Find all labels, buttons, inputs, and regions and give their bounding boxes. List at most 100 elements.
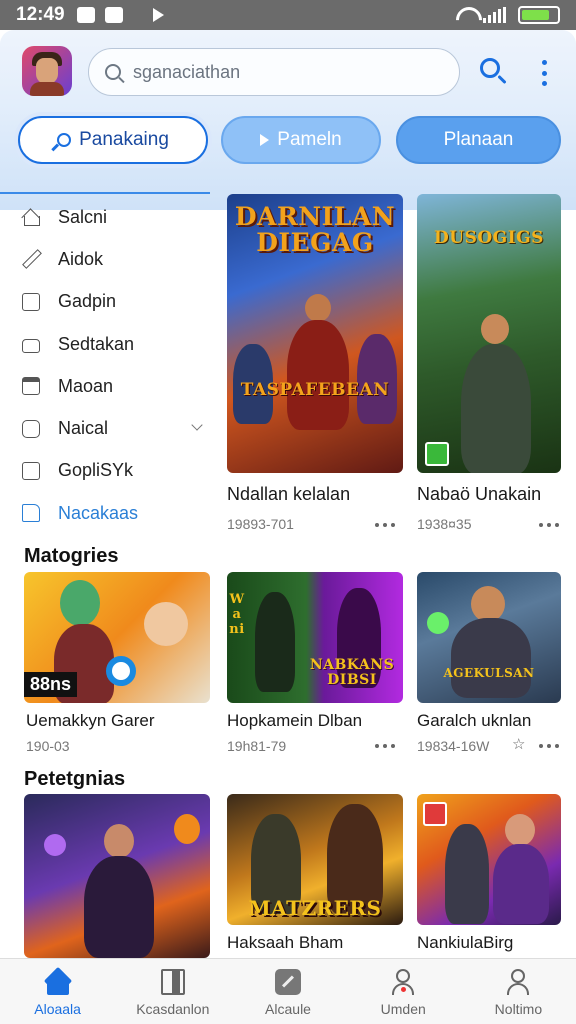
hand-icon xyxy=(22,339,40,354)
nav-label: Noltimo xyxy=(494,1001,543,1017)
sidebar-item-sedtakan[interactable]: Sedtakan xyxy=(0,323,215,365)
thumbnail-title-art: MATZRERS xyxy=(248,896,382,920)
notification-icon xyxy=(76,7,95,23)
character-figure-2 xyxy=(445,824,489,924)
thumbnail-side-art: Wani xyxy=(229,592,245,637)
section-title: Matogries xyxy=(24,545,119,567)
card-title[interactable]: Hopkamein Dlban xyxy=(227,711,362,731)
sidebar-item-label: Salcni xyxy=(58,206,108,227)
thumbnail-label: 88ns xyxy=(24,672,78,697)
card-meta: 19h81-79 xyxy=(227,738,287,754)
bottom-navigation: Aloaala Kcasdanlon Alcaule Umden Noltimo xyxy=(0,958,576,1024)
nav-item-umden[interactable]: Umden xyxy=(346,959,461,1024)
game-thumbnail[interactable] xyxy=(417,794,561,925)
avatar-face xyxy=(36,58,58,84)
sidebar-item-gadpin[interactable]: Gadpin xyxy=(0,281,215,323)
tab-planaan[interactable]: Planaan xyxy=(396,116,561,164)
nav-label: Umden xyxy=(380,1001,426,1017)
sidebar-item-nacakaas[interactable]: Nacakaas xyxy=(0,492,215,534)
target-icon xyxy=(106,656,136,686)
game-thumbnail[interactable]: AGEKULSAN xyxy=(417,572,561,703)
sidebar-top-divider xyxy=(0,192,210,194)
sidebar-item-label: GopliSYk xyxy=(58,460,134,481)
sidebar-item-goplisyk[interactable]: GopliSYk xyxy=(0,450,215,492)
chevron-down-icon[interactable] xyxy=(191,419,203,432)
search-button-icon[interactable] xyxy=(478,56,508,86)
home-icon xyxy=(43,966,72,996)
thumbnail-title-art: AGEKULSAN xyxy=(443,666,535,680)
character-head xyxy=(505,814,535,846)
game-thumbnail[interactable]: Wani NABKANS DIBSI xyxy=(227,572,403,703)
game-thumbnail[interactable]: MATZRERS xyxy=(227,794,403,925)
card-icon xyxy=(22,419,40,438)
side-warrior-2 xyxy=(357,334,397,424)
more-options-icon[interactable] xyxy=(375,744,395,748)
card-meta: 19834-16W xyxy=(417,738,490,754)
game-thumbnail[interactable] xyxy=(24,794,210,958)
character-head xyxy=(60,580,100,626)
top-tabs: Panakaing Pameln Planaan xyxy=(0,116,576,178)
sidebar-item-label: Aidok xyxy=(58,248,104,269)
card-title[interactable]: Garalch uknlan xyxy=(417,711,531,731)
more-options-icon[interactable] xyxy=(539,744,559,748)
window-icon xyxy=(22,377,40,396)
square-icon xyxy=(22,292,40,311)
card-title[interactable]: Ndallan kelalan xyxy=(227,484,350,505)
card-title[interactable]: NankiulaBirg xyxy=(417,933,513,953)
search-icon xyxy=(105,64,121,80)
sidebar-item-aidok[interactable]: Aidok xyxy=(0,238,215,280)
nav-item-noltimo[interactable]: Noltimo xyxy=(461,959,576,1024)
hero-figure xyxy=(287,320,349,430)
tab-label: Pameln xyxy=(277,129,342,150)
character-figure xyxy=(451,618,531,698)
nav-item-alcaule[interactable]: Alcaule xyxy=(230,959,345,1024)
tab-pameln[interactable]: Pameln xyxy=(221,116,381,164)
person-alert-icon xyxy=(389,969,417,995)
more-options-icon[interactable] xyxy=(375,523,395,527)
notification-icon-2 xyxy=(104,7,123,23)
signal-icon xyxy=(483,7,506,23)
featured-game-thumbnail[interactable]: DARNILAN DIEGAG TASPAFEBEAN xyxy=(227,194,403,473)
nav-item-aloaala[interactable]: Aloaala xyxy=(0,959,115,1024)
wifi-icon xyxy=(455,7,477,23)
status-time: 12:49 xyxy=(16,4,65,25)
card-title[interactable]: Uemakkyn Garer xyxy=(26,711,154,731)
status-bar: 12:49 xyxy=(0,0,576,30)
sidebar-item-maoan[interactable]: Maoan xyxy=(0,365,215,407)
search-key-icon xyxy=(57,133,72,147)
more-options-icon[interactable] xyxy=(539,523,559,527)
thumbnail-title-art: NABKANS DIBSI xyxy=(309,657,395,688)
nav-item-kcasdanlon[interactable]: Kcasdanlon xyxy=(115,959,230,1024)
sidebar-item-label: Maoan xyxy=(58,375,114,396)
book-icon xyxy=(160,969,185,995)
nav-label: Kcasdanlon xyxy=(136,1001,210,1017)
sidebar-item-salcni[interactable]: Salcni xyxy=(0,196,215,238)
edit-icon xyxy=(22,250,40,268)
hero-head xyxy=(481,314,509,344)
search-bar[interactable] xyxy=(88,48,460,96)
nav-label: Alcaule xyxy=(265,1001,311,1017)
sidebar-item-label: Nacakaas xyxy=(58,502,139,523)
game-thumbnail[interactable]: 88ns xyxy=(24,572,210,703)
thumbnail-subtitle-art: TASPAFEBEAN xyxy=(240,380,390,400)
star-icon[interactable]: ☆ xyxy=(512,735,525,753)
sidebar-item-label: Sedtakan xyxy=(58,333,135,354)
thumbnail-title-art: DARNILAN DIEGAG xyxy=(234,202,396,257)
note-icon xyxy=(22,504,40,523)
magic-orb-icon xyxy=(427,612,449,634)
avatar-body xyxy=(30,82,64,96)
more-options-icon[interactable] xyxy=(540,60,548,86)
card-title[interactable]: Nabaö Unakain xyxy=(417,484,541,505)
game-badge-icon xyxy=(425,442,449,466)
card-title[interactable]: Haksaah Bham xyxy=(227,933,343,953)
search-input[interactable] xyxy=(133,61,433,83)
tab-panakaing[interactable]: Panakaing xyxy=(18,116,208,164)
tab-label: Planaan xyxy=(443,129,514,150)
character-figure xyxy=(84,856,154,958)
featured-game-thumbnail[interactable]: DUSOGIGS xyxy=(417,194,561,473)
avatar[interactable] xyxy=(22,46,72,96)
sidebar-item-naical[interactable]: Naical xyxy=(0,407,215,449)
magic-orb-icon xyxy=(44,834,66,856)
character-head-2 xyxy=(144,602,188,646)
nav-label: Aloaala xyxy=(34,1001,81,1017)
